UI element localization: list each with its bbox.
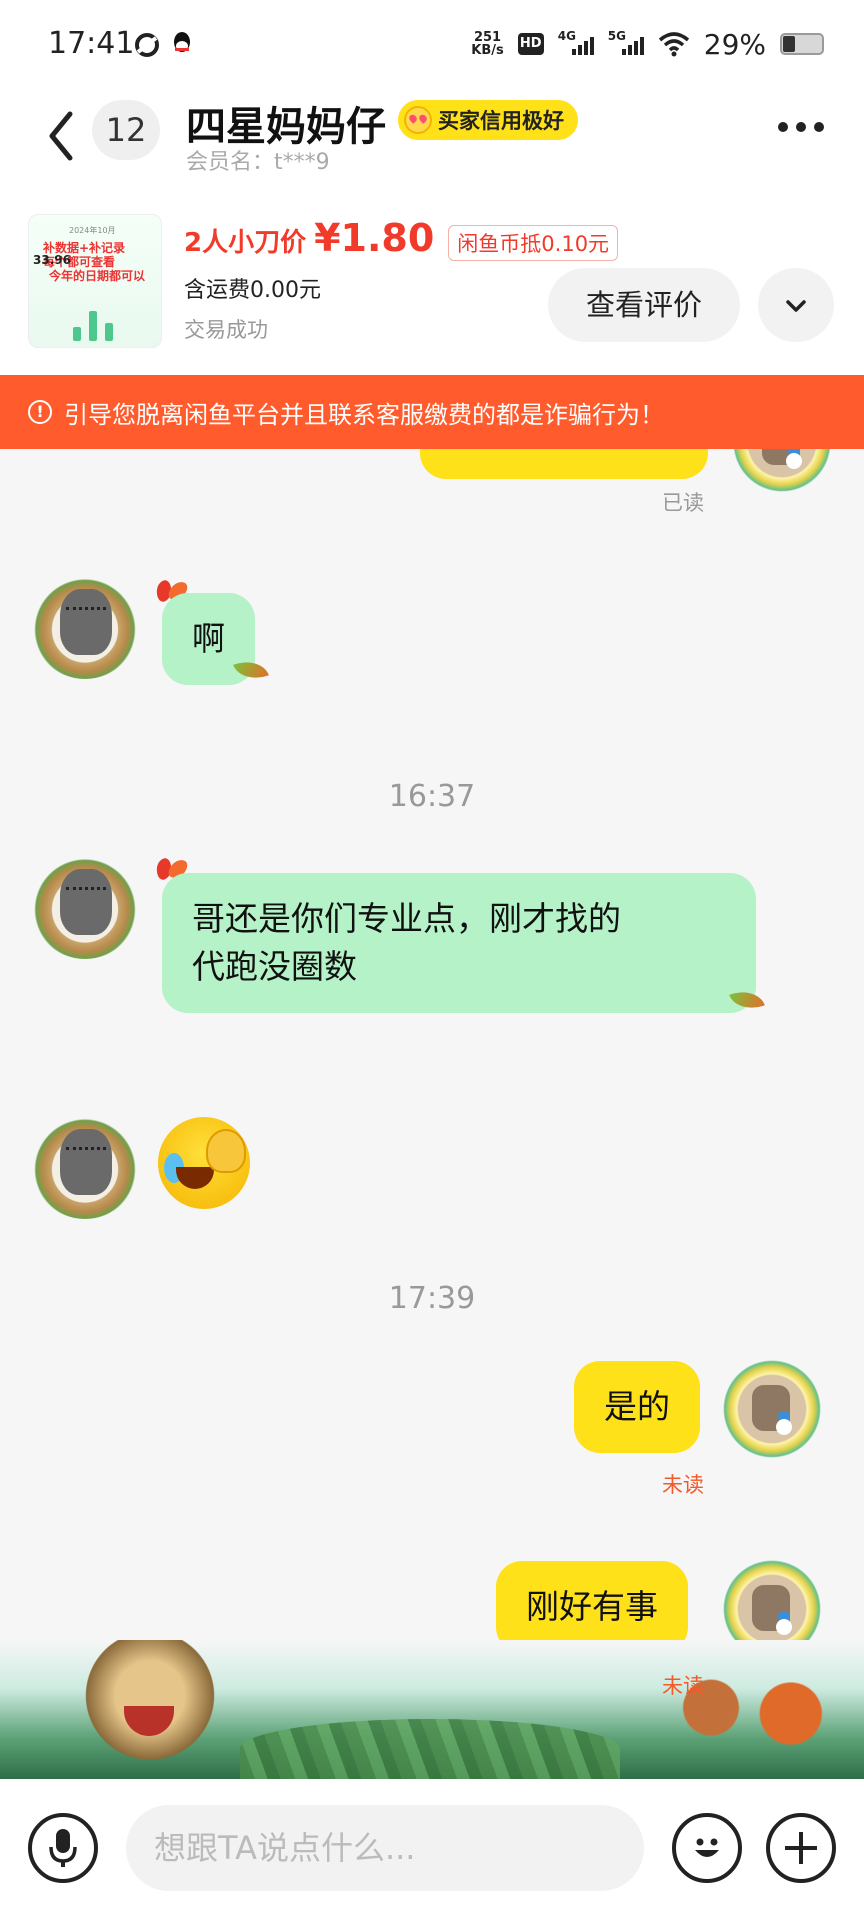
heart-eyes-icon [404, 106, 432, 134]
net-speed-unit: KB/s [471, 43, 504, 58]
mic-icon [49, 1829, 77, 1867]
contact-avatar[interactable] [30, 569, 140, 679]
message-input[interactable] [126, 1805, 644, 1891]
wifi-icon [658, 32, 689, 57]
status-time: 17:41 [48, 26, 135, 61]
my-avatar[interactable] [718, 1355, 826, 1463]
more-icon[interactable] [778, 122, 824, 132]
my-avatar[interactable] [728, 449, 836, 497]
message-line: 哥还是你们专业点，刚才找的 [192, 899, 621, 938]
facepalm-laugh-emoji[interactable] [158, 1117, 250, 1209]
hd-icon: HD [517, 33, 544, 55]
decorative-banner [0, 1640, 864, 1779]
status-bar: 17:41 251 KB/s HD 4G 5G 29% [0, 0, 864, 92]
back-icon[interactable] [42, 106, 82, 166]
thumb-value: 33.96 [33, 253, 71, 267]
battery-percent: 29% [703, 27, 766, 61]
tiger-illustration [70, 1640, 230, 1779]
warning-icon: ! [28, 400, 52, 424]
credit-badge[interactable]: 买家信用极好 [398, 100, 578, 140]
net-speed: 251 KB/s [471, 31, 503, 57]
unread-status: 未读 [662, 1674, 704, 1698]
expand-button[interactable] [758, 268, 834, 342]
product-card[interactable]: 2024年10月 补数据+补记录 每个都可查看 33.96 今年的日期都可以 2… [0, 210, 864, 375]
battery-icon [780, 33, 824, 55]
price: ¥1.80 [314, 216, 435, 260]
unread-count-badge[interactable]: 12 [92, 100, 160, 160]
contact-avatar[interactable] [30, 1109, 140, 1219]
price-tag: 2人小刀价 [184, 228, 307, 258]
status-right: 251 KB/s HD 4G 5G 29% [471, 24, 824, 64]
thumb-line3: 今年的日期都可以 [49, 269, 146, 283]
warning-text: 引导您脱离闲鱼平台并且联系客服缴费的都是诈骗行为！ [64, 400, 664, 429]
shipping-fee: 含运费0.00元 [184, 278, 321, 303]
voice-button[interactable] [28, 1813, 98, 1883]
qq-icon [174, 32, 190, 52]
timestamp: 17:39 [388, 1281, 476, 1316]
message-bubble-incoming[interactable]: 哥还是你们专业点，刚才找的 代跑没圈数 [162, 873, 756, 1013]
unread-status: 未读 [662, 1473, 704, 1497]
input-bar [0, 1779, 864, 1920]
contact-avatar[interactable] [30, 849, 140, 959]
plus-icon[interactable] [766, 1813, 836, 1883]
thumb-title: 2024年10月 [69, 226, 116, 235]
sync-icon [135, 33, 159, 57]
timestamp: 16:37 [388, 779, 476, 814]
fraud-warning-bar: ! 引导您脱离闲鱼平台并且联系客服缴费的都是诈骗行为！ [0, 375, 864, 449]
trade-status: 交易成功 [184, 318, 268, 342]
view-review-button[interactable]: 查看评价 [548, 268, 740, 342]
member-name: 会员名：t***9 [186, 150, 330, 175]
chevron-down-icon [786, 300, 806, 312]
read-status: 已读 [662, 491, 704, 515]
emoji-icon [695, 1838, 719, 1857]
emoji-button[interactable] [672, 1813, 742, 1883]
price-line: 2人小刀价 ¥1.80 闲鱼币抵0.10元 [184, 216, 619, 261]
chat-area[interactable]: 已读 啊 16:37 哥还是你们专业点，刚才找的 代跑没圈数 17:39 是的 … [0, 449, 864, 1779]
message-line: 代跑没圈数 [192, 947, 357, 986]
message-bubble-outgoing[interactable]: 是的 [574, 1361, 700, 1453]
signal-4g-icon: 4G [558, 29, 594, 57]
product-thumbnail[interactable]: 2024年10月 补数据+补记录 每个都可查看 33.96 今年的日期都可以 [28, 214, 162, 348]
coin-discount: 闲鱼币抵0.10元 [448, 225, 619, 261]
chat-header: 12 四星妈妈仔 买家信用极好 会员名：t***9 [0, 92, 864, 210]
signal-5g-icon: 5G [608, 29, 644, 57]
message-bubble-outgoing-partial[interactable] [420, 449, 708, 479]
credit-badge-label: 买家信用极好 [438, 109, 564, 133]
